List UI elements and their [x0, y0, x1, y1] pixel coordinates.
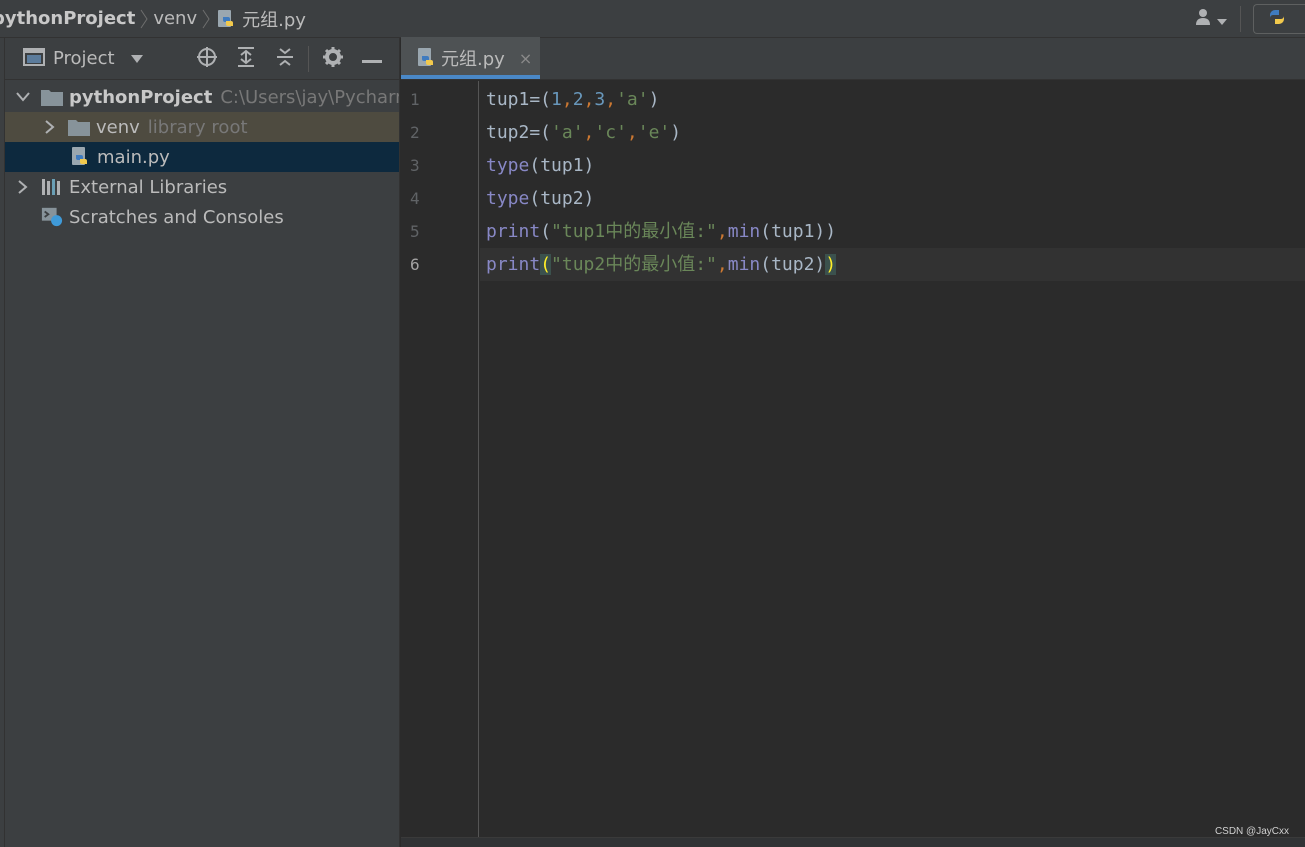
- code-line-5: print("tup1中的最小值:",min(tup1)): [486, 221, 837, 242]
- tree-item-external-libraries[interactable]: External Libraries: [5, 172, 399, 202]
- tree-item-scratches[interactable]: Scratches and Consoles: [5, 202, 399, 232]
- tree-item-hint: library root: [147, 116, 248, 138]
- library-icon: [41, 176, 63, 198]
- project-panel: Project pythonProject C:\Users\jay\Pycha…: [5, 38, 400, 847]
- project-panel-title: Project: [53, 48, 115, 69]
- run-configuration-selector[interactable]: [1253, 4, 1305, 34]
- collapse-all-button[interactable]: [265, 38, 304, 80]
- tree-item-label: venv: [96, 116, 140, 138]
- python-file-icon: [415, 47, 437, 69]
- user-icon: [1195, 8, 1215, 30]
- settings-button[interactable]: [313, 38, 352, 80]
- collapse-all-icon: [275, 46, 295, 72]
- code-line-4: type(tup2): [486, 188, 595, 209]
- expand-all-button[interactable]: [226, 38, 265, 80]
- chevron-down-icon: [1217, 10, 1227, 29]
- chevron-down-icon: [130, 54, 143, 63]
- toolbar-divider: [308, 45, 309, 72]
- chevron-right-icon[interactable]: [13, 172, 33, 202]
- project-view-selector[interactable]: Project: [23, 38, 143, 80]
- tree-item-venv[interactable]: venv library root: [5, 112, 399, 142]
- folder-icon: [41, 86, 63, 108]
- chevron-down-icon[interactable]: [13, 82, 33, 112]
- line-number: 2: [410, 123, 420, 142]
- tree-item-path: C:\Users\jay\PycharmP: [220, 86, 399, 108]
- breadcrumb-separator-icon: [197, 0, 215, 38]
- line-number-gutter: 1 2 3 4 5 6: [401, 81, 479, 837]
- line-number: 4: [410, 189, 420, 208]
- line-number: 3: [410, 156, 420, 175]
- editor-tab-bar: 元组.py ×: [401, 37, 1305, 80]
- breadcrumb-folder[interactable]: venv: [153, 0, 197, 38]
- project-tree: pythonProject C:\Users\jay\PycharmP venv…: [5, 80, 399, 232]
- tree-item-main-py[interactable]: main.py: [5, 142, 399, 172]
- python-file-icon: [215, 8, 237, 30]
- window-icon: [23, 47, 45, 71]
- folder-icon: [68, 116, 90, 138]
- python-file-icon: [69, 146, 91, 168]
- tree-item-label: External Libraries: [69, 176, 228, 198]
- user-menu-button[interactable]: [1188, 0, 1234, 38]
- watermark: CSDN @JayCxx: [1214, 826, 1289, 837]
- code-line-3: type(tup1): [486, 155, 595, 176]
- hide-panel-button[interactable]: [352, 38, 391, 80]
- line-number: 1: [410, 90, 420, 109]
- locate-file-button[interactable]: [187, 38, 226, 80]
- project-panel-header: Project: [5, 38, 399, 80]
- line-number: 5: [410, 222, 420, 241]
- code-line-2: tup2=('a','c','e'): [486, 122, 682, 143]
- navigation-bar: pythonProject venv 元组.py: [0, 0, 1305, 38]
- toolbar-divider: [1240, 6, 1241, 32]
- breadcrumb-file-label: 元组.py: [242, 9, 306, 31]
- line-number-current: 6: [410, 255, 420, 274]
- minimize-icon: [361, 49, 382, 68]
- python-icon: [1266, 6, 1288, 32]
- tree-item-label: main.py: [97, 146, 170, 168]
- locate-icon: [196, 46, 218, 72]
- expand-all-icon: [236, 46, 256, 72]
- breadcrumb-project[interactable]: pythonProject: [0, 0, 135, 38]
- scratches-icon: [41, 206, 63, 228]
- code-line-1: tup1=(1,2,3,'a'): [486, 89, 660, 110]
- tree-item-root[interactable]: pythonProject C:\Users\jay\PycharmP: [5, 82, 399, 112]
- tab-label: 元组.py: [441, 49, 505, 70]
- close-icon[interactable]: ×: [519, 49, 532, 68]
- tree-item-label: pythonProject: [69, 86, 213, 108]
- gear-icon: [322, 46, 344, 72]
- editor-bottom-bar: [401, 837, 1305, 847]
- breadcrumb-separator-icon: [135, 0, 153, 38]
- chevron-right-icon[interactable]: [40, 112, 60, 142]
- tab-yuanzu-py[interactable]: 元组.py ×: [401, 37, 540, 79]
- code-line-6: print("tup2中的最小值:",min(tup2)): [486, 254, 837, 275]
- code-editor[interactable]: 1 2 3 4 5 6 tup1=(1,2,3,'a') tup2=('a','…: [401, 81, 1305, 847]
- tree-item-label: Scratches and Consoles: [69, 206, 284, 228]
- breadcrumb-file[interactable]: 元组.py: [215, 0, 306, 38]
- editor: 元组.py × 1 2 3 4 5 6 tup1=(1,2,3,'a') tup…: [401, 37, 1305, 847]
